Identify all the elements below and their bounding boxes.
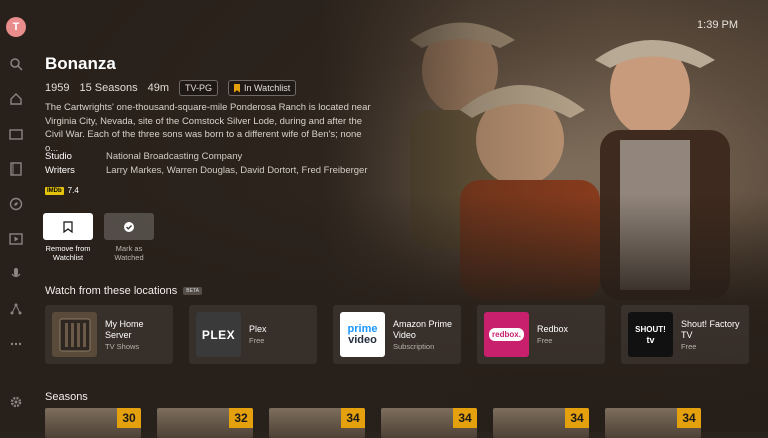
server-thumbnail — [52, 312, 97, 357]
imdb-score: 7.4 — [67, 186, 79, 195]
network-icon[interactable] — [9, 302, 23, 316]
check-circle-icon — [124, 221, 134, 232]
episode-count-badge: 30 — [117, 408, 141, 428]
film-icon[interactable] — [9, 162, 23, 176]
show-year: 1959 — [45, 82, 70, 94]
server-icon — [59, 318, 90, 351]
studio-value: National Broadcasting Company — [106, 151, 243, 162]
imdb-logo: IMDb — [45, 186, 64, 195]
location-sub: Free — [681, 341, 697, 351]
writers-value: Larry Markes, Warren Douglas, David Dort… — [106, 165, 368, 176]
episode-count-badge: 32 — [229, 408, 253, 428]
watchlist-status-badge: In Watchlist — [228, 80, 297, 96]
beta-badge: BETA — [183, 287, 202, 295]
episode-count-badge: 34 — [565, 408, 589, 428]
studio-label: Studio — [45, 151, 72, 162]
show-summary[interactable]: The Cartwrights' one-thousand-square-mil… — [45, 101, 375, 155]
prime-logo-line1: prime — [347, 322, 378, 335]
imdb-rating: IMDb 7.4 — [45, 186, 79, 195]
seasons-title: Seasons — [45, 391, 88, 403]
remove-from-watchlist-label: Remove from Watchlist — [45, 244, 91, 262]
season-card[interactable]: 34 — [493, 408, 589, 438]
location-amazon-prime-video[interactable]: prime video Amazon Prime Video Subscript… — [333, 305, 461, 364]
seasons-list: 30 32 34 34 34 34 — [45, 408, 701, 438]
shout-logo-line2: tv — [646, 334, 655, 345]
side-navigation: T — [0, 0, 32, 432]
show-title: Bonanza — [45, 54, 116, 73]
episode-count-badge: 34 — [677, 408, 701, 428]
watchlist-status-label: In Watchlist — [244, 83, 291, 93]
location-name: Plex — [249, 324, 267, 334]
location-shout-factory-tv[interactable]: SHOUT! tv Shout! Factory TV Free — [621, 305, 749, 364]
show-season-count: 15 Seasons — [79, 82, 138, 94]
season-card[interactable]: 32 — [157, 408, 253, 438]
show-meta: 1959 15 Seasons 49m TV-PG In Watchlist — [45, 80, 297, 96]
prime-video-logo: prime video — [340, 312, 385, 357]
microphone-icon[interactable] — [9, 267, 23, 281]
redbox-logo-text: redbox. — [489, 328, 524, 341]
episode-count-badge: 34 — [453, 408, 477, 428]
location-sub: Subscription — [393, 341, 435, 351]
seasons-heading: Seasons — [45, 391, 88, 403]
location-plex[interactable]: PLEX Plex Free — [189, 305, 317, 364]
locations-heading: Watch from these locations BETA — [45, 285, 202, 297]
shout-logo-line1: SHOUT! — [635, 324, 666, 334]
bookmark-icon — [234, 83, 241, 93]
location-sub: Free — [537, 336, 553, 345]
action-buttons: Remove from Watchlist Mark as Watched — [43, 213, 154, 262]
mark-as-watched-button[interactable]: Mark as Watched — [104, 213, 154, 262]
season-card[interactable]: 30 — [45, 408, 141, 438]
location-name: Shout! Factory TV — [681, 318, 740, 340]
home-icon[interactable] — [9, 92, 23, 106]
tv-icon[interactable] — [9, 127, 23, 141]
location-sub: TV Shows — [105, 341, 140, 351]
avatar[interactable]: T — [6, 17, 26, 37]
prime-logo-line2: video — [348, 333, 377, 346]
episode-count-badge: 34 — [341, 408, 365, 428]
locations-title: Watch from these locations — [45, 285, 178, 297]
location-name: Amazon Prime Video — [393, 318, 453, 340]
remove-from-watchlist-button[interactable]: Remove from Watchlist — [43, 213, 93, 262]
redbox-logo: redbox. — [484, 312, 529, 357]
writers-label: Writers — [45, 165, 75, 176]
plex-logo: PLEX — [196, 312, 241, 357]
season-card[interactable]: 34 — [269, 408, 365, 438]
settings-icon[interactable] — [9, 395, 23, 409]
compass-icon[interactable] — [9, 197, 23, 211]
more-icon[interactable] — [9, 337, 23, 351]
show-runtime: 49m — [147, 82, 169, 94]
season-card[interactable]: 34 — [605, 408, 701, 438]
mark-as-watched-label: Mark as Watched — [114, 244, 144, 262]
bookmark-icon — [63, 220, 73, 233]
content-rating-badge: TV-PG — [179, 80, 219, 96]
location-name: My Home Server — [105, 318, 144, 340]
plex-logo-text: PLEX — [201, 327, 236, 342]
locations-list: My Home Server TV Shows PLEX Plex Free p… — [45, 305, 749, 364]
shout-factory-logo: SHOUT! tv — [628, 312, 673, 357]
credits: Studio National Broadcasting Company Writ… — [45, 150, 368, 178]
search-icon[interactable] — [9, 57, 23, 71]
location-sub: Free — [249, 336, 265, 345]
location-redbox[interactable]: redbox. Redbox Free — [477, 305, 605, 364]
play-icon[interactable] — [9, 232, 23, 246]
location-my-home-server[interactable]: My Home Server TV Shows — [45, 305, 173, 364]
location-name: Redbox — [537, 324, 569, 334]
clock: 1:39 PM — [697, 19, 738, 31]
season-card[interactable]: 34 — [381, 408, 477, 438]
